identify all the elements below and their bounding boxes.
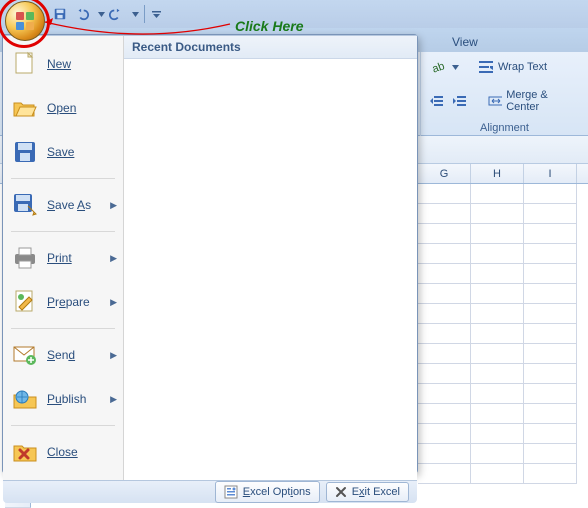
tab-view[interactable]: View <box>440 32 490 52</box>
open-icon <box>11 94 39 122</box>
excel-options-label: Excel Options <box>243 486 311 498</box>
merge-center-button[interactable]: Merge & Center <box>481 86 582 116</box>
ribbon-group-alignment: ab Wrap Text Merge & Center Alignment <box>420 52 588 136</box>
decrease-indent-icon <box>429 93 445 109</box>
column-header[interactable]: G <box>418 164 471 183</box>
increase-indent-button[interactable] <box>450 90 470 112</box>
save-icon <box>53 7 67 21</box>
office-menu: New Open Save Save As ▶ <box>2 34 418 474</box>
recent-documents-header: Recent Documents <box>124 36 417 59</box>
office-button[interactable] <box>5 1 45 41</box>
exit-icon <box>335 486 347 498</box>
menu-item-save-as[interactable]: Save As ▶ <box>3 183 123 227</box>
redo-icon <box>109 7 123 21</box>
submenu-arrow-icon: ▶ <box>110 253 117 264</box>
qat-redo-button[interactable] <box>106 4 126 24</box>
column-header[interactable]: H <box>471 164 524 183</box>
wrap-text-icon <box>478 59 494 75</box>
send-icon <box>11 341 39 369</box>
new-icon <box>11 50 39 78</box>
menu-separator <box>11 231 115 232</box>
menu-label: Save <box>47 145 74 159</box>
chevron-down-icon[interactable] <box>452 65 459 70</box>
menu-label: Close <box>47 445 78 459</box>
menu-item-new[interactable]: New <box>3 42 123 86</box>
close-icon <box>11 438 39 466</box>
menu-separator <box>11 328 115 329</box>
wrap-text-button[interactable]: Wrap Text <box>471 56 554 78</box>
exit-excel-label: Exit Excel <box>352 486 400 498</box>
office-logo-icon <box>15 11 35 31</box>
menu-separator <box>11 425 115 426</box>
submenu-arrow-icon: ▶ <box>110 394 117 405</box>
prepare-icon <box>11 288 39 316</box>
group-label-alignment: Alignment <box>421 122 588 134</box>
qat-undo-button[interactable] <box>72 4 92 24</box>
menu-item-publish[interactable]: Publish ▶ <box>3 377 123 421</box>
save-icon <box>11 138 39 166</box>
options-icon <box>224 485 238 499</box>
increase-indent-icon <box>452 93 468 109</box>
publish-icon <box>11 385 39 413</box>
orientation-icon: ab <box>430 59 446 75</box>
qat-save-button[interactable] <box>50 4 70 24</box>
menu-label: New <box>47 57 71 71</box>
menu-item-save[interactable]: Save <box>3 130 123 174</box>
undo-icon <box>75 7 89 21</box>
submenu-arrow-icon: ▶ <box>110 200 117 211</box>
menu-label: Open <box>47 101 76 115</box>
menu-item-open[interactable]: Open <box>3 86 123 130</box>
merge-center-label: Merge & Center <box>506 89 575 113</box>
save-as-icon <box>11 191 39 219</box>
office-menu-left: New Open Save Save As ▶ <box>3 36 123 480</box>
decrease-indent-button[interactable] <box>427 90 447 112</box>
submenu-arrow-icon: ▶ <box>110 350 117 361</box>
menu-item-print[interactable]: Print ▶ <box>3 236 123 280</box>
menu-label: Prepare <box>47 295 90 309</box>
svg-text:ab: ab <box>431 60 446 75</box>
orientation-button[interactable]: ab <box>427 56 449 78</box>
cells-area[interactable] <box>418 184 588 507</box>
title-bar <box>0 0 588 28</box>
qat-customize-dropdown[interactable] <box>151 4 161 24</box>
menu-item-prepare[interactable]: Prepare ▶ <box>3 280 123 324</box>
print-icon <box>11 244 39 272</box>
wrap-text-label: Wrap Text <box>498 61 547 73</box>
excel-options-button[interactable]: Excel Options <box>215 481 320 503</box>
menu-label: Save As <box>47 198 91 212</box>
menu-separator <box>11 178 115 179</box>
office-menu-right: Recent Documents <box>123 36 417 480</box>
qat-redo-dropdown[interactable] <box>130 4 140 24</box>
menu-item-send[interactable]: Send ▶ <box>3 333 123 377</box>
qat-undo-dropdown[interactable] <box>96 4 106 24</box>
menu-label: Send <box>47 348 75 362</box>
qat-separator <box>144 5 145 23</box>
menu-item-close[interactable]: Close <box>3 430 123 474</box>
exit-excel-button[interactable]: Exit Excel <box>326 482 409 502</box>
office-menu-footer: Excel Options Exit Excel <box>3 480 417 503</box>
submenu-arrow-icon: ▶ <box>110 297 117 308</box>
menu-label: Publish <box>47 392 86 406</box>
merge-center-icon <box>488 93 502 109</box>
column-header[interactable]: I <box>524 164 577 183</box>
menu-label: Print <box>47 251 72 265</box>
